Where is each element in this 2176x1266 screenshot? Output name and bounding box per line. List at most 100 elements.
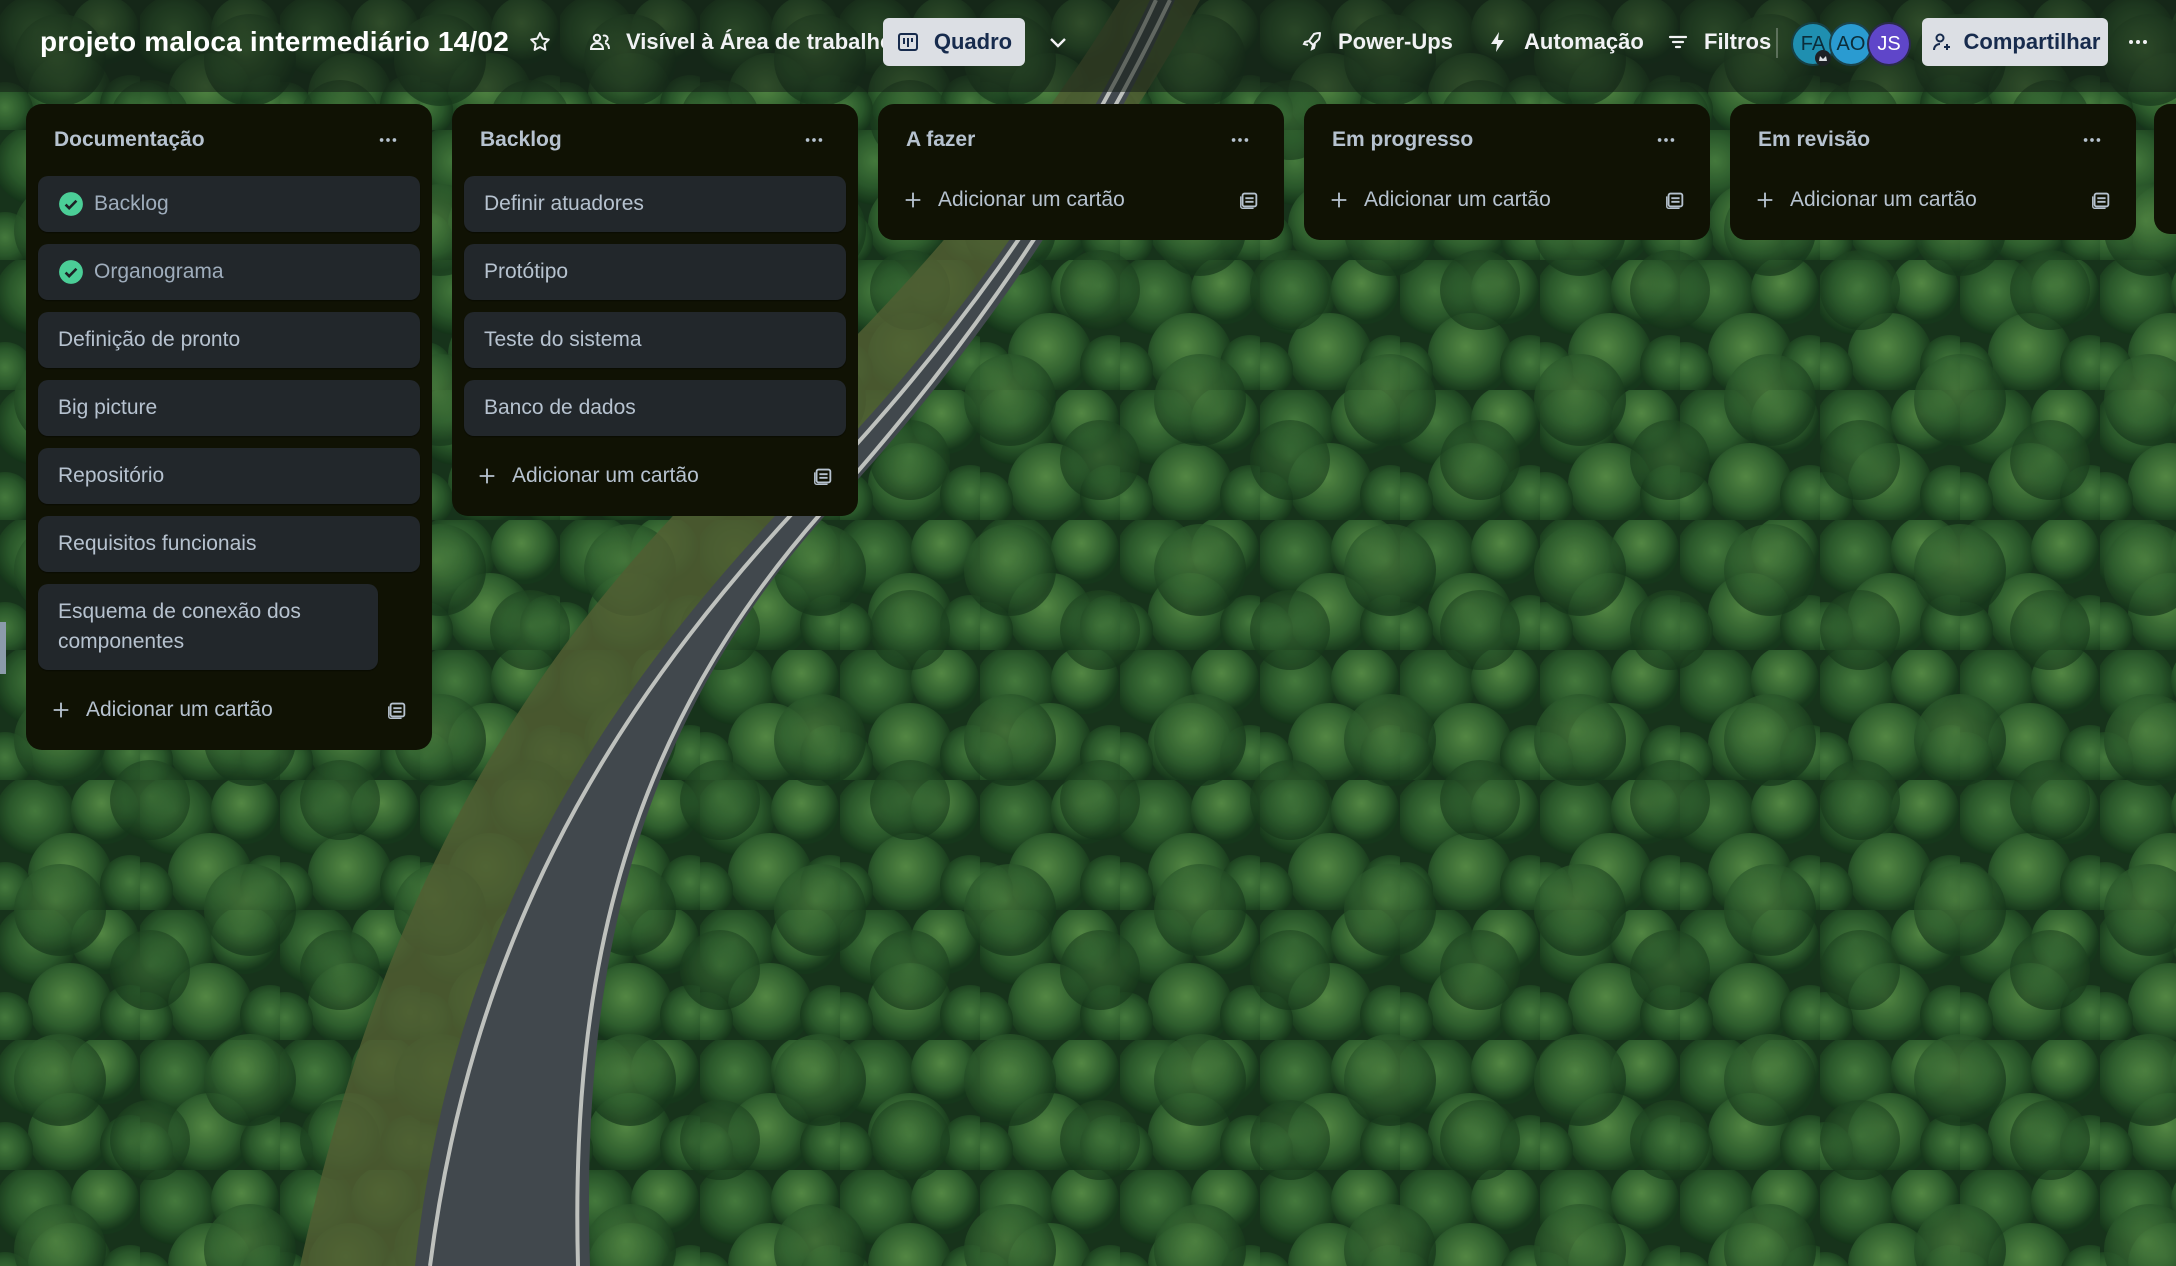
board-scroll-handle[interactable] — [0, 622, 6, 674]
list-header[interactable]: Backlog — [464, 104, 846, 176]
card-title: Banco de dados — [484, 396, 636, 419]
list-title[interactable]: Documentação — [54, 128, 205, 152]
card[interactable]: Definição de pronto — [38, 312, 420, 368]
list-title[interactable]: A fazer — [906, 128, 975, 152]
list-header[interactable]: A fazer — [890, 104, 1272, 176]
add-card-label: Adicionar um cartão — [938, 188, 1125, 211]
topbar-divider — [1776, 28, 1778, 58]
card[interactable]: Esquema de conexão dos componentes — [38, 584, 378, 670]
next-list-edge[interactable] — [2154, 104, 2176, 234]
create-from-template-icon[interactable] — [386, 699, 408, 721]
more-icon — [1657, 138, 1675, 142]
more-icon — [379, 138, 397, 142]
card-title: Big picture — [58, 396, 158, 419]
add-card-button[interactable]: Adicionar um cartão — [890, 172, 1272, 228]
card-title: Protótipo — [484, 260, 569, 283]
card-title: Organograma — [94, 260, 224, 283]
plus-icon — [1331, 192, 1347, 208]
visibility-label: Visível à Área de trabalho — [626, 29, 894, 54]
power-ups-button[interactable]: Power-Ups — [1288, 18, 1465, 66]
card-title: Repositório — [58, 464, 165, 487]
filters-label: Filtros — [1704, 29, 1772, 54]
chevron-down-icon — [1050, 38, 1066, 48]
power-ups-label: Power-Ups — [1338, 29, 1453, 54]
card[interactable]: Backlog — [38, 176, 420, 232]
star-board-button[interactable] — [520, 18, 560, 66]
create-from-template-icon[interactable] — [1238, 189, 1260, 211]
plus-icon — [1757, 192, 1773, 208]
filters-button[interactable]: Filtros — [1654, 18, 1783, 66]
list-header[interactable]: Documentação — [38, 104, 420, 176]
list-actions-button[interactable] — [2076, 124, 2108, 156]
automation-button[interactable]: Automação — [1474, 18, 1656, 66]
filter-icon — [1668, 35, 1688, 49]
board-header: projeto maloca intermediário 14/02 Visív… — [0, 0, 2176, 92]
share-button[interactable]: Compartilhar — [1922, 18, 2108, 66]
list-title[interactable]: Em progresso — [1332, 128, 1473, 152]
card[interactable]: Big picture — [38, 380, 420, 436]
card-title: Requisitos funcionais — [58, 532, 257, 555]
list-header[interactable]: Em progresso — [1316, 104, 1698, 176]
list-title[interactable]: Em revisão — [1758, 128, 1870, 152]
card-title: Backlog — [94, 192, 169, 215]
list-em-revisao: Em revisão Adicionar um cartão — [1730, 104, 2136, 240]
workspace-visibility-icon — [589, 33, 610, 50]
list-header[interactable]: Em revisão — [1742, 104, 2124, 176]
create-from-template-icon[interactable] — [1664, 189, 1686, 211]
card-title: Esquema de conexão dos componentes — [58, 600, 301, 653]
card[interactable]: Protótipo — [464, 244, 846, 300]
list-backlog: Backlog Definir atuadores Protótipo Test… — [452, 104, 858, 516]
more-icon — [805, 138, 823, 142]
add-card-button[interactable]: Adicionar um cartão — [1742, 172, 2124, 228]
list-actions-button[interactable] — [1224, 124, 1256, 156]
card-title: Teste do sistema — [484, 328, 642, 351]
more-icon — [2129, 40, 2147, 44]
visibility-button[interactable]: Visível à Área de trabalho — [576, 18, 905, 66]
more-icon — [1231, 138, 1249, 142]
plus-icon — [479, 468, 495, 484]
member-avatar-js[interactable]: JS — [1867, 22, 1911, 66]
board-icon — [897, 33, 918, 51]
list-title[interactable]: Backlog — [480, 128, 562, 152]
card[interactable]: Organograma — [38, 244, 420, 300]
create-from-template-icon[interactable] — [2090, 189, 2112, 211]
list-documentacao: Documentação Backlog Organograma Definiç… — [26, 104, 432, 750]
add-card-label: Adicionar um cartão — [86, 698, 273, 721]
add-member-icon — [1932, 33, 1950, 51]
more-icon — [2083, 138, 2101, 142]
list-actions-button[interactable] — [798, 124, 830, 156]
rocket-icon — [1302, 32, 1321, 51]
list-em-progresso: Em progresso Adicionar um cartão — [1304, 104, 1710, 240]
complete-check-icon[interactable] — [58, 259, 84, 285]
admin-badge-icon — [1815, 50, 1831, 66]
add-card-button[interactable]: Adicionar um cartão — [38, 682, 420, 738]
add-card-label: Adicionar um cartão — [1790, 188, 1977, 211]
create-from-template-icon[interactable] — [812, 465, 834, 487]
card-title: Definição de pronto — [58, 328, 241, 351]
card[interactable]: Definir atuadores — [464, 176, 846, 232]
board-title[interactable]: projeto maloca intermediário 14/02 — [40, 26, 509, 58]
card-title: Definir atuadores — [484, 192, 644, 215]
automation-label: Automação — [1524, 29, 1644, 54]
switch-view-button[interactable] — [1036, 18, 1080, 66]
board-menu-button[interactable] — [2120, 18, 2156, 66]
add-card-button[interactable]: Adicionar um cartão — [464, 448, 846, 504]
list-actions-button[interactable] — [1650, 124, 1682, 156]
card[interactable]: Teste do sistema — [464, 312, 846, 368]
lightning-icon — [1491, 32, 1504, 52]
board-view-label: Quadro — [933, 29, 1013, 54]
list-actions-button[interactable] — [372, 124, 404, 156]
add-card-label: Adicionar um cartão — [1364, 188, 1551, 211]
card[interactable]: Requisitos funcionais — [38, 516, 420, 572]
card[interactable]: Repositório — [38, 448, 420, 504]
plus-icon — [905, 192, 921, 208]
plus-icon — [53, 702, 69, 718]
add-card-button[interactable]: Adicionar um cartão — [1316, 172, 1698, 228]
board-view-button[interactable]: Quadro — [883, 18, 1025, 66]
card[interactable]: Banco de dados — [464, 380, 846, 436]
complete-check-icon[interactable] — [58, 191, 84, 217]
star-icon — [530, 32, 550, 51]
list-a-fazer: A fazer Adicionar um cartão — [878, 104, 1284, 240]
share-label: Compartilhar — [1963, 29, 2101, 54]
add-card-label: Adicionar um cartão — [512, 464, 699, 487]
